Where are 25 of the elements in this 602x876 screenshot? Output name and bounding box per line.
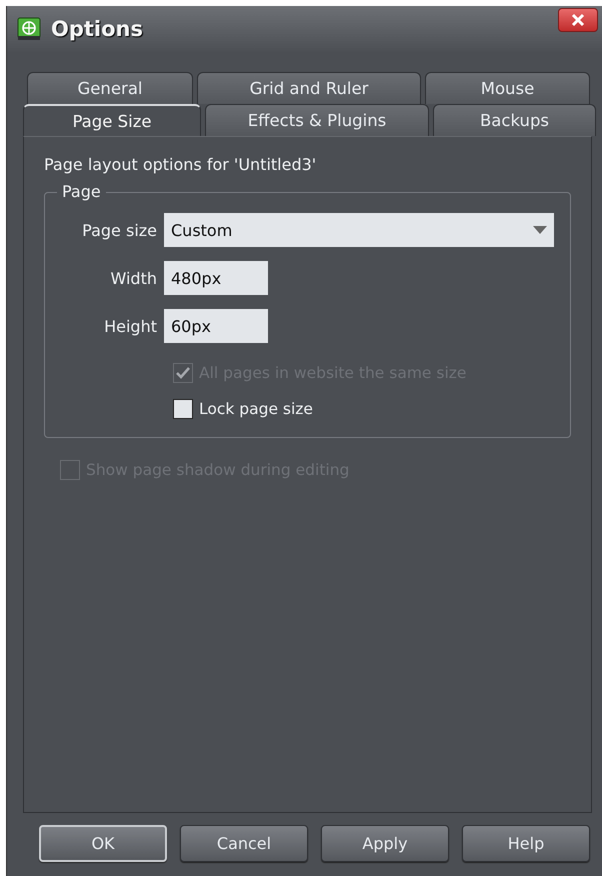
group-title: Page <box>57 182 106 201</box>
window-title: Options <box>51 17 143 41</box>
checkbox-label: Lock page size <box>199 400 313 418</box>
field-label: Width <box>110 268 157 288</box>
input-field[interactable]: 480px <box>164 261 268 295</box>
checkbox[interactable] <box>173 399 193 419</box>
dialog-button[interactable]: Cancel <box>180 825 308 862</box>
dropdown[interactable]: Custom <box>164 213 554 247</box>
input-field[interactable]: 60px <box>164 309 268 343</box>
dialog-button[interactable]: Apply <box>321 825 449 862</box>
tab[interactable]: Mouse <box>425 72 590 104</box>
tab[interactable]: Effects & Plugins <box>205 104 429 136</box>
dropdown-arrow-icon <box>533 226 547 234</box>
tab[interactable]: Backups <box>433 104 596 136</box>
close-icon <box>571 13 585 27</box>
section-heading: Page layout options for 'Untitled3' <box>44 155 318 174</box>
dialog-button[interactable]: Help <box>462 825 590 862</box>
app-logo-icon <box>17 17 41 41</box>
dialog-button[interactable]: OK <box>39 825 167 862</box>
tab[interactable]: Grid and Ruler <box>197 72 421 104</box>
field-label: Height <box>103 316 157 336</box>
tab[interactable]: General <box>27 72 193 104</box>
close-button[interactable] <box>558 8 598 32</box>
tab[interactable]: Page Size <box>23 104 201 136</box>
field-label: Page size <box>81 220 157 240</box>
